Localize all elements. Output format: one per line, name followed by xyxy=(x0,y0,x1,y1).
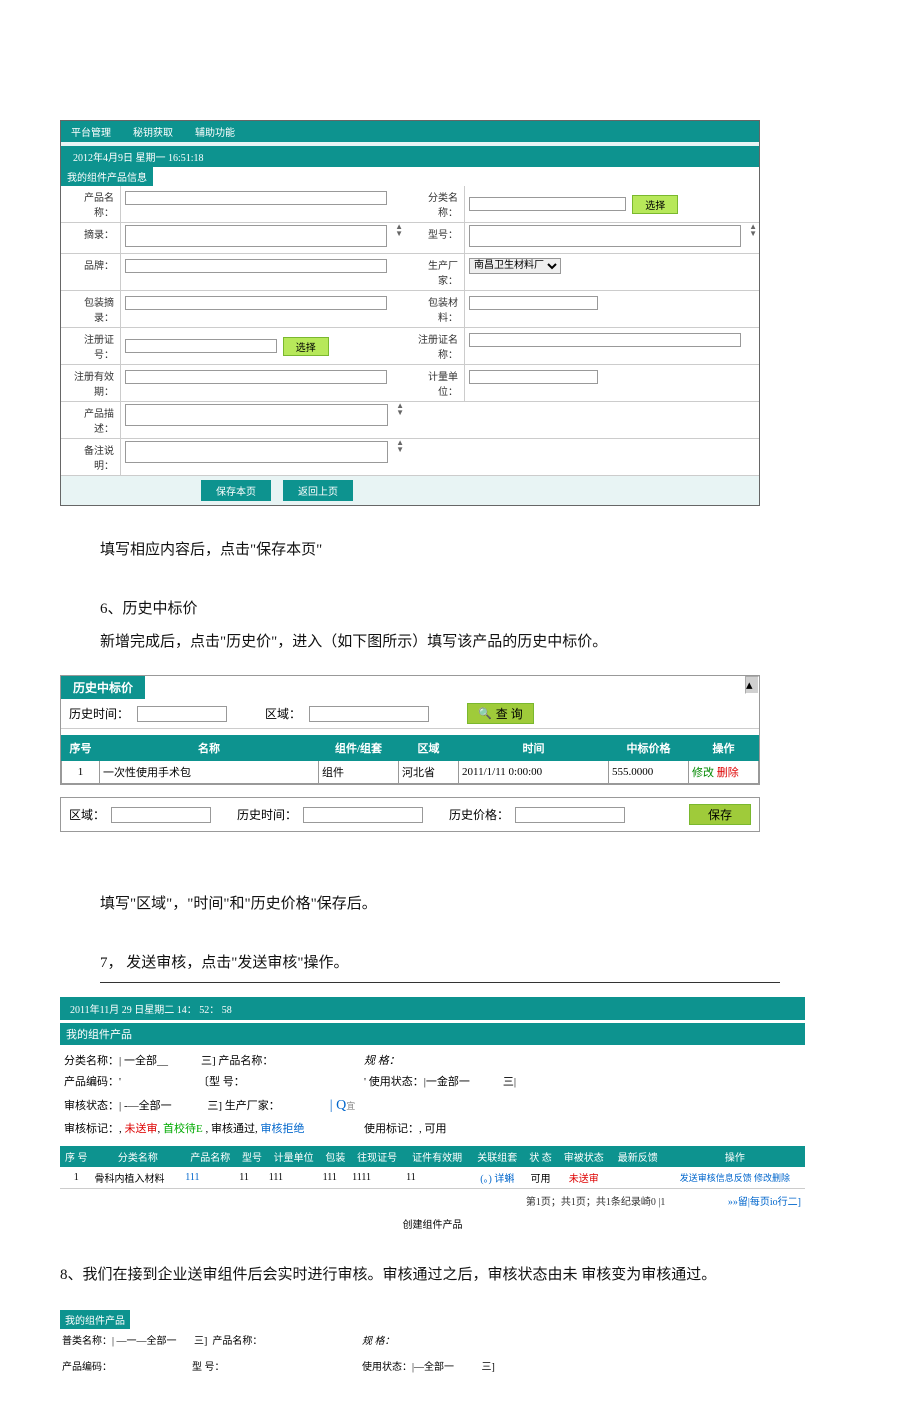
history-title: 历史中标价 xyxy=(61,676,145,699)
review-screenshot: 2011年11月 29 日星期二 14： 52： 58 我的组件产品 分类名称：… xyxy=(60,997,805,1235)
spinner-icon: ▲▼ xyxy=(395,223,403,237)
save-time-input[interactable] xyxy=(303,807,423,823)
spinner-icon: ▲▼ xyxy=(396,439,404,453)
section4-screenshot: 我的组件产品 普类名称：| ―一―全部一 三] 产品名称： 规 格： 产品编码：… xyxy=(60,1310,700,1381)
assoc-link[interactable]: (。) 详蝌 xyxy=(470,1167,524,1189)
body-text-2b: 新增完成后，点击"历史价"，进入（如下图所示）填写该产品的历史中标价。 xyxy=(100,626,860,659)
lbl-manufacturer: 生产厂家： xyxy=(405,254,465,290)
body-text-2a: 6、历史中标价 xyxy=(100,593,860,626)
pager: 第1页；共1页；共1条纪录崎0 |1 »»留|每页io行二] xyxy=(60,1189,805,1212)
product-name-input[interactable] xyxy=(125,191,387,205)
reg-select-button[interactable]: 选择 xyxy=(283,337,329,356)
lbl-region: 区域： xyxy=(265,705,301,722)
lbl-category-name: 分类名称： xyxy=(405,186,465,222)
lbl-product-desc: 产品描述： xyxy=(61,402,121,438)
th-time: 时间 xyxy=(459,736,609,761)
filter-area: 分类名称：| 一全部__ 三] 产品名称： 规 格： 产品编码：' 〔型 号： … xyxy=(60,1045,805,1146)
pkg-material-input[interactable] xyxy=(469,296,598,310)
history-screenshot: ▴ 历史中标价 历史时间： 区域： 🔍查 询 序号 名称 组件/组套 区域 时间… xyxy=(60,675,760,832)
scrollbar-icon: ▴ xyxy=(745,676,759,694)
ops-links[interactable]: 发送审核信息反馈 修改删除 xyxy=(665,1167,805,1189)
search-icon: 🔍 xyxy=(478,707,492,720)
lbl-save-region: 区域： xyxy=(69,806,105,823)
save-price-input[interactable] xyxy=(515,807,625,823)
lbl-hist-time: 历史时间： xyxy=(69,705,129,722)
hist-time-input[interactable] xyxy=(137,706,227,722)
table-row: 1 骨科内植入材料 111 11 111 111 1111 11 (。) 详蝌 … xyxy=(60,1167,805,1189)
datetime-bar: 2012年4月9日 星期一 16:51:18 xyxy=(61,146,759,167)
lbl-pkg-abstract: 包装摘录： xyxy=(61,291,121,327)
create-component-link[interactable]: 创建组件产品 xyxy=(60,1212,805,1235)
nav-key[interactable]: 秘钥获取 xyxy=(133,124,173,139)
panel-title-3: 我的组件产品 xyxy=(60,1310,130,1329)
unit-input[interactable] xyxy=(469,370,598,384)
category-name-input[interactable] xyxy=(469,197,626,211)
nav-aux[interactable]: 辅助功能 xyxy=(195,124,235,139)
prod-link[interactable]: 111 xyxy=(183,1167,237,1189)
query-button[interactable]: 🔍查 询 xyxy=(467,703,534,724)
spinner-icon: ▲▼ xyxy=(749,223,757,237)
lbl-remark: 备注说明： xyxy=(61,439,121,475)
th-component: 组件/组套 xyxy=(319,736,399,761)
th-region: 区域 xyxy=(399,736,459,761)
th-ops: 操作 xyxy=(689,736,759,761)
lbl-unit: 计量单位： xyxy=(405,365,465,401)
category-select-button[interactable]: 选择 xyxy=(632,195,678,214)
delete-link[interactable]: 删除 xyxy=(717,767,739,779)
pkg-abstract-input[interactable] xyxy=(125,296,387,310)
search-icon[interactable]: | Q xyxy=(330,1093,346,1120)
lbl-product-name: 产品名称： xyxy=(61,186,121,222)
lbl-reg-validity: 注册有效期： xyxy=(61,365,121,401)
save-region-input[interactable] xyxy=(111,807,211,823)
datetime-bar-2: 2011年11月 29 日星期二 14： 52： 58 xyxy=(60,997,805,1020)
spinner-icon: ▲▼ xyxy=(396,402,404,416)
remark-input[interactable] xyxy=(125,441,388,463)
review-table: 序 号 分类名称 产品名称 型号 计量单位 包装 往现证号 证件有效期 关联组套… xyxy=(60,1146,805,1189)
back-button[interactable]: 返回上页 xyxy=(283,480,353,501)
lbl-abstract: 摘录： xyxy=(61,223,121,253)
lbl-save-time: 历史时间： xyxy=(237,806,297,823)
reg-name-input[interactable] xyxy=(469,333,741,347)
lbl-brand: 品牌： xyxy=(61,254,121,290)
lbl-save-price: 历史价格： xyxy=(449,806,509,823)
model-input[interactable] xyxy=(469,225,741,247)
body-text-1: 填写相应内容后，点击"保存本页" xyxy=(100,534,860,567)
manufacturer-select[interactable]: 南昌卫生材料厂 xyxy=(469,258,561,274)
save-page-button[interactable]: 保存本页 xyxy=(201,480,271,501)
brand-input[interactable] xyxy=(125,259,387,273)
th-seq: 序号 xyxy=(62,736,100,761)
lbl-model: 型号： xyxy=(405,223,465,253)
nav-platform[interactable]: 平台管理 xyxy=(71,124,111,139)
top-nav: 平台管理 秘钥获取 辅助功能 xyxy=(61,121,759,142)
lbl-pkg-material: 包装材料： xyxy=(405,291,465,327)
body-text-5: 8、我们在接到企业送审组件后会实时进行审核。审核通过之后，审核状态由未 审核变为… xyxy=(60,1259,860,1292)
history-table: 序号 名称 组件/组套 区域 时间 中标价格 操作 1 一次性使用手术包 组件 … xyxy=(61,735,759,784)
panel-title: 我的组件产品信息 xyxy=(61,167,153,186)
product-desc-input[interactable] xyxy=(125,404,388,426)
modify-link[interactable]: 修改 xyxy=(692,767,714,779)
body-text-3: 填写"区域"，"时间"和"历史价格"保存后。 xyxy=(100,888,860,921)
lbl-reg-name: 注册证名称： xyxy=(405,328,465,364)
panel-title-2: 我的组件产品 xyxy=(60,1023,805,1045)
reg-no-input[interactable] xyxy=(125,339,277,353)
th-price: 中标价格 xyxy=(609,736,689,761)
body-text-4: 7， 发送审核，点击"发送审核"操作。 xyxy=(100,947,860,980)
region-input[interactable] xyxy=(309,706,429,722)
lbl-reg-no: 注册证号： xyxy=(61,328,121,364)
form-screenshot: 平台管理 秘钥获取 辅助功能 2012年4月9日 星期一 16:51:18 我的… xyxy=(60,120,760,506)
reg-validity-input[interactable] xyxy=(125,370,387,384)
pager-nav[interactable]: »»留|每页io行二] xyxy=(728,1197,801,1208)
table-row: 1 一次性使用手术包 组件 河北省 2011/1/11 0:00:00 555.… xyxy=(62,761,759,784)
abstract-input[interactable] xyxy=(125,225,387,247)
th-name: 名称 xyxy=(100,736,319,761)
save-button[interactable]: 保存 xyxy=(689,804,751,825)
